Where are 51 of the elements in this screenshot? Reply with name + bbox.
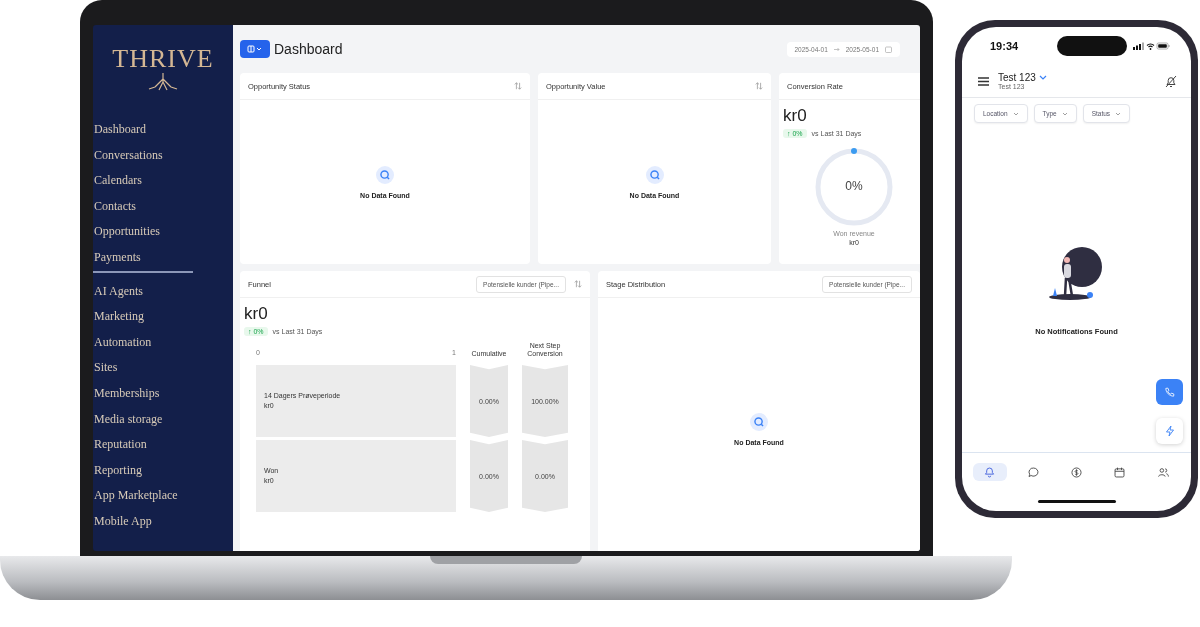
sidebar-item[interactable]: Opportunities	[93, 219, 233, 245]
bell-icon	[983, 465, 997, 479]
status-time: 19:34	[990, 40, 1020, 52]
sort-icon[interactable]	[514, 82, 522, 90]
sidebar-item[interactable]: Dashboard	[93, 117, 233, 143]
sidebar-item[interactable]: Conversations	[93, 142, 233, 169]
sidebar-item[interactable]: Contacts	[93, 193, 233, 220]
chevron-down-icon	[1012, 111, 1019, 116]
lightning-icon	[1164, 425, 1175, 437]
calendar-icon	[1113, 465, 1127, 479]
account-name[interactable]: Test 123	[998, 72, 1036, 83]
sidebar-item[interactable]: Reputation	[93, 432, 233, 458]
menu-icon[interactable]	[978, 76, 989, 86]
status-icons	[1133, 42, 1171, 50]
sidebar-item[interactable]: Reporting	[93, 457, 233, 484]
sidebar-item[interactable]: Marketing	[93, 304, 233, 330]
dynamic-island	[1057, 36, 1127, 56]
sidebar-item[interactable]: Sites	[93, 355, 233, 381]
sidebar-item[interactable]: Calendars	[93, 168, 233, 194]
sidebar-item[interactable]: Payments	[93, 244, 233, 271]
phone-icon	[1164, 386, 1175, 398]
search-icon	[750, 413, 768, 431]
bell-off-icon[interactable]	[1165, 74, 1177, 88]
sidebar-item[interactable]: App Marketplace	[93, 483, 233, 509]
call-button[interactable]	[1156, 379, 1183, 405]
sort-icon[interactable]	[755, 82, 763, 90]
ring-percentage: 0%	[844, 179, 864, 193]
search-icon	[376, 165, 394, 184]
search-icon	[645, 165, 664, 184]
chevron-down-icon	[1061, 111, 1068, 116]
sort-icon[interactable]	[574, 280, 582, 288]
logo: THRIVE	[112, 45, 214, 73]
calendar-icon	[885, 45, 892, 53]
arrow-icon	[833, 46, 840, 52]
sidebar-item[interactable]: Media storage	[93, 406, 233, 433]
sidebar-item[interactable]: Memberships	[93, 380, 233, 407]
page-title: Dashboard	[274, 41, 344, 57]
quick-action-button[interactable]	[1156, 418, 1183, 444]
chat-icon	[1026, 465, 1040, 479]
chevron-down-icon[interactable]	[1038, 75, 1047, 80]
metric-value: kr0	[783, 106, 808, 126]
sidebar-item[interactable]: Automation	[93, 329, 233, 356]
dollar-icon	[1069, 465, 1083, 479]
layout-icon	[247, 45, 263, 53]
nav-tab[interactable]	[972, 463, 1007, 481]
people-icon	[1156, 465, 1170, 479]
view-switch-button[interactable]	[240, 40, 270, 58]
chevron-down-icon	[1115, 111, 1122, 116]
sidebar-item[interactable]: Mobile App	[93, 508, 233, 535]
sidebar-item[interactable]: AI Agents	[93, 278, 233, 305]
metric-value: kr0	[244, 304, 269, 324]
